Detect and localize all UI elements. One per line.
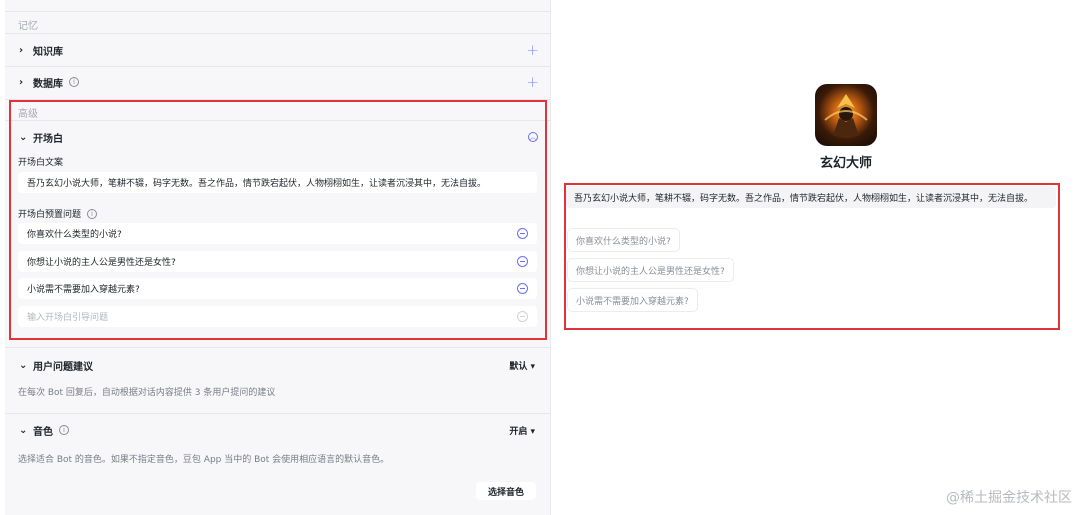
highlight-frame — [564, 183, 1060, 330]
user-suggestion-desc: 在每次 Bot 回复后，自动根据对话内容提供 3 条用户提问的建议 — [18, 388, 276, 398]
chevron-down-icon: ⌄ — [19, 424, 28, 436]
user-suggestion-row[interactable]: ⌄ 用户问题建议 默认 ▾ — [5, 349, 551, 381]
info-icon[interactable]: i — [69, 77, 79, 87]
voice-dropdown[interactable]: 开启 ▾ — [509, 424, 535, 437]
voice-row[interactable]: ⌄ 音色 i 开启 ▾ — [5, 414, 551, 446]
select-voice-button[interactable]: 选择音色 — [476, 482, 536, 500]
divider — [5, 11, 551, 12]
voice-label: 音色 — [33, 426, 53, 438]
knowledge-base-label: 知识库 — [33, 46, 63, 58]
divider — [5, 347, 551, 348]
wizard-avatar-icon — [824, 94, 868, 136]
user-suggestion-dropdown[interactable]: 默认 ▾ — [509, 359, 535, 372]
watermark: @稀土掘金技术社区 — [946, 490, 1072, 506]
add-database-icon[interactable]: + — [526, 73, 539, 91]
knowledge-base-row[interactable]: › 知识库 + — [5, 34, 551, 66]
dropdown-value: 开启 — [509, 426, 528, 437]
voice-desc: 选择适合 Bot 的音色。如果不指定音色，豆包 App 当中的 Bot 会使用相… — [18, 455, 390, 465]
database-row[interactable]: › 数据库 i + — [5, 66, 551, 98]
highlight-frame — [9, 100, 547, 340]
chevron-right-icon: › — [19, 76, 24, 88]
info-icon[interactable]: i — [59, 425, 69, 435]
chevron-right-icon: › — [19, 44, 24, 56]
memory-section-title: 记忆 — [18, 21, 38, 32]
dropdown-value: 默认 — [509, 361, 528, 372]
add-knowledge-icon[interactable]: + — [526, 41, 539, 59]
user-suggestion-label: 用户问题建议 — [33, 361, 93, 373]
bot-avatar — [815, 84, 877, 146]
chevron-down-icon: ⌄ — [19, 359, 28, 371]
database-label: 数据库 — [33, 78, 63, 90]
bot-name: 玄幻大师 — [819, 156, 872, 171]
